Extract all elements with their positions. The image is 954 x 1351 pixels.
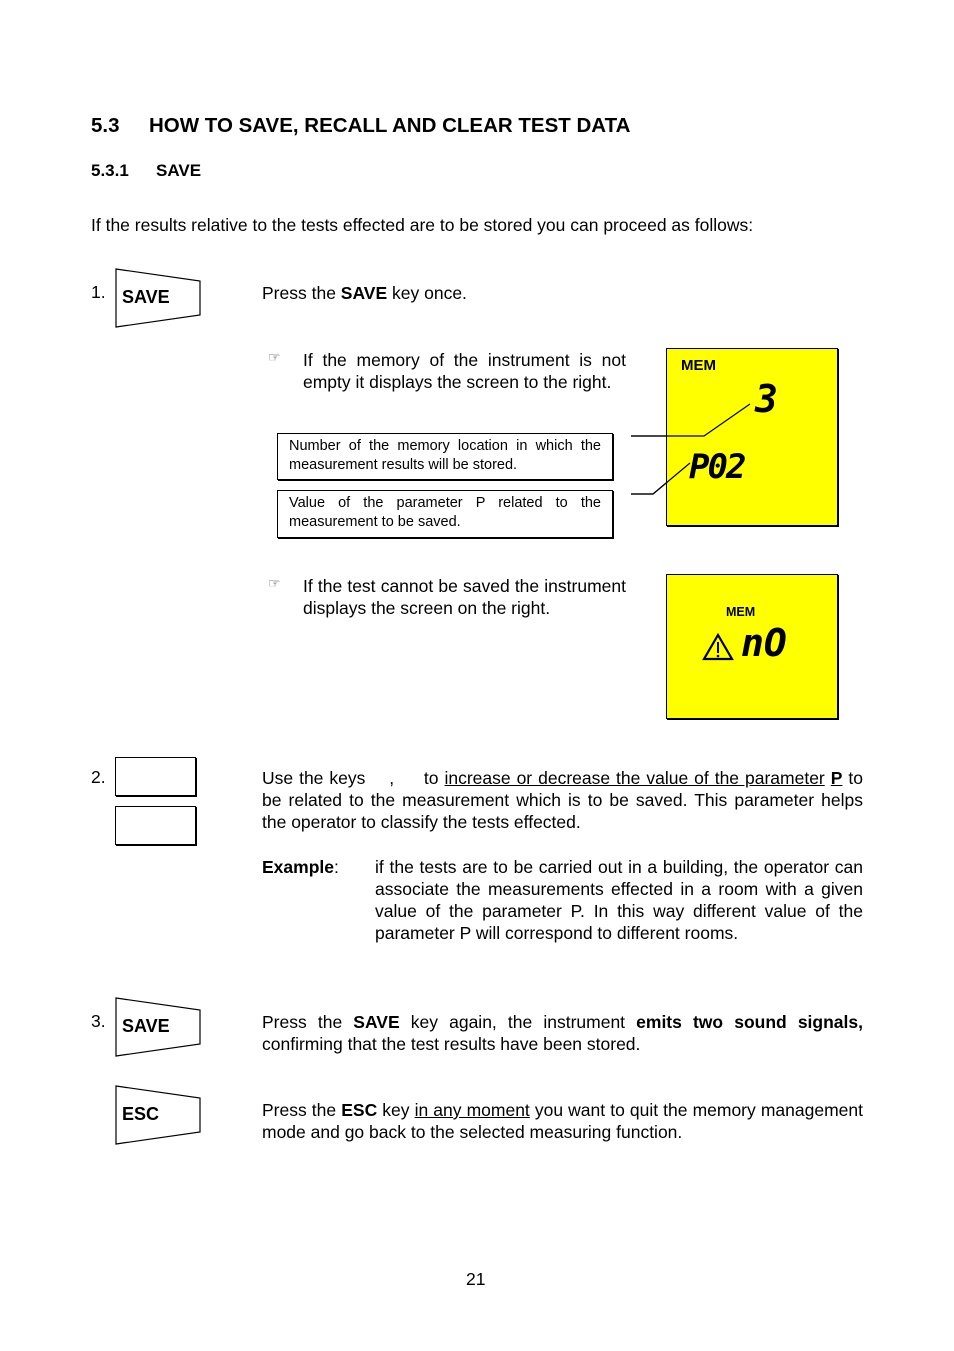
down-key <box>115 806 196 845</box>
text-fragment: key again, the instrument <box>399 1012 637 1032</box>
text-fragment: Press the <box>262 1012 354 1032</box>
text-fragment: key <box>377 1100 415 1120</box>
text-underlined: increase or decrease the value of the pa… <box>444 768 825 788</box>
text-bold: emits two sound signals, <box>636 1012 863 1032</box>
text-underlined: in any moment <box>414 1100 530 1120</box>
example-label: Example: <box>262 856 339 878</box>
esc-text: Press the ESC key in any moment you want… <box>262 1099 863 1143</box>
step-2-text: Use the keys , to increase or decrease t… <box>262 767 863 833</box>
pointing-hand-icon: ☞ <box>268 349 281 365</box>
section-title: HOW TO SAVE, RECALL AND CLEAR TEST DATA <box>149 114 631 137</box>
subsection-number: 5.3.1 <box>91 161 129 180</box>
example-label-bold: Example <box>262 857 334 877</box>
step-1-number: 1. <box>91 282 106 302</box>
step-3-number: 3. <box>91 1011 106 1031</box>
no-indicator: nO <box>741 621 787 665</box>
intro-paragraph: If the results relative to the tests eff… <box>91 215 754 235</box>
text-fragment: confirming that the test results have be… <box>262 1034 641 1054</box>
pointing-hand-icon: ☞ <box>268 575 281 591</box>
step-1-text: Press the SAVE key once. <box>262 282 467 304</box>
mem-indicator: MEM <box>681 357 716 374</box>
note-cannot-save: If the test cannot be saved the instrume… <box>303 576 626 618</box>
text-bold: SAVE <box>353 1012 400 1032</box>
text-bold: SAVE <box>340 283 388 303</box>
callout-memory-location: Number of the memory location in which t… <box>277 433 613 480</box>
page-number: 21 <box>466 1269 486 1289</box>
text-fragment: key once. <box>387 283 467 303</box>
example-text: if the tests are to be carried out in a … <box>375 857 863 943</box>
esc-key: ESC <box>115 1085 203 1146</box>
example-colon: : <box>333 857 339 877</box>
text-bold-underlined: P <box>830 768 843 788</box>
step-2-number: 2. <box>91 767 106 787</box>
section-heading: 5.3 HOW TO SAVE, RECALL AND CLEAR TEST DA… <box>91 114 630 138</box>
warning-triangle-icon <box>702 633 734 661</box>
section-number: 5.3 <box>91 114 120 137</box>
text-fragment: Press the <box>262 1100 342 1120</box>
text-bold: ESC <box>341 1100 378 1120</box>
up-key <box>115 757 196 796</box>
save-key-step-3: SAVE <box>115 997 203 1058</box>
subsection-title: SAVE <box>156 161 202 180</box>
save-key-label: SAVE <box>122 1016 170 1036</box>
esc-key-label: ESC <box>122 1104 160 1124</box>
text-fragment: Press the <box>262 283 341 303</box>
text-fragment: Use the keys , to <box>262 768 445 788</box>
mem-indicator: MEM <box>726 605 756 619</box>
step-3-text: Press the SAVE key again, the instrument… <box>262 1011 863 1055</box>
lcd-screen-no: MEM nO <box>666 574 838 719</box>
note-memory-not-empty: If the memory of the instrument is not e… <box>303 350 626 392</box>
save-key-label: SAVE <box>122 287 170 307</box>
subsection-heading: 5.3.1 SAVE <box>91 161 201 181</box>
save-key-step-1: SAVE <box>115 268 203 329</box>
leader-lines-overlay <box>631 403 751 495</box>
callout-parameter-value: Value of the parameter P related to the … <box>277 490 613 538</box>
